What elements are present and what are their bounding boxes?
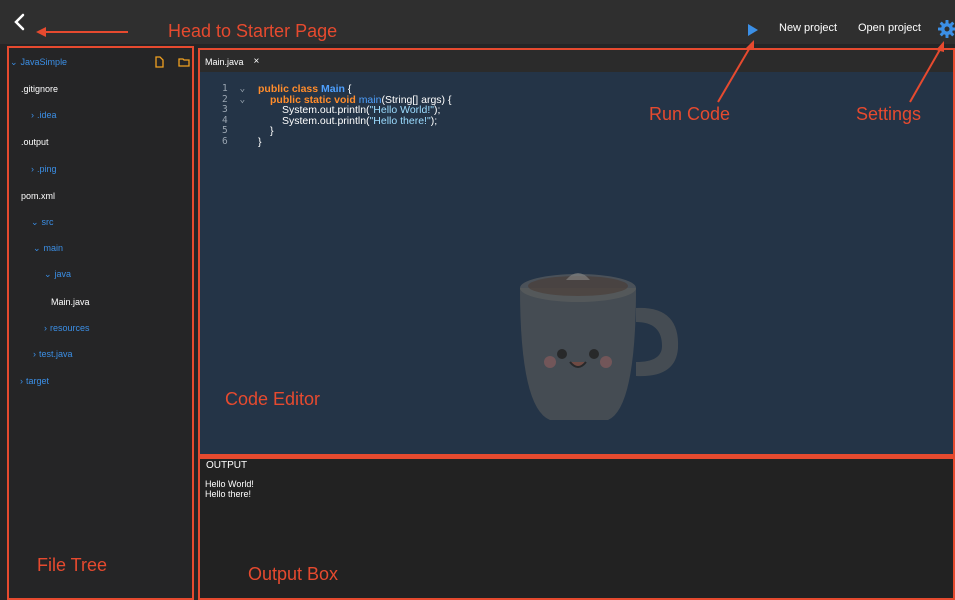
- tree-item-idea[interactable]: › .idea: [31, 110, 57, 120]
- arrow-head-to-starter: [40, 31, 128, 33]
- tree-item-java[interactable]: ⌄ java: [44, 269, 71, 280]
- output-line: Hello there!: [205, 489, 252, 499]
- tree-item-pom[interactable]: pom.xml: [21, 191, 55, 201]
- tree-root-folder[interactable]: ⌄ JavaSimple: [10, 57, 67, 68]
- annotation-file-tree: File Tree: [37, 555, 108, 575]
- annotation-settings: Settings: [856, 104, 922, 124]
- close-icon[interactable]: ×: [254, 56, 260, 67]
- code-line-5: }: [270, 125, 274, 137]
- annotation-head-to-starter: Head to Starter Page: [168, 21, 338, 41]
- file-icon: [155, 56, 164, 68]
- tree-item-resources[interactable]: › resources: [44, 323, 90, 333]
- play-icon: [748, 24, 758, 36]
- tree-item-target[interactable]: › target: [20, 376, 49, 386]
- gear-icon: [938, 20, 955, 38]
- editor-tab-bar: [198, 50, 955, 72]
- chevron-left-icon: [14, 13, 25, 31]
- tree-item-test-java[interactable]: › test.java: [33, 349, 73, 359]
- tree-item-main[interactable]: ⌄ main: [33, 243, 63, 254]
- tab-label: Main.java: [205, 56, 244, 67]
- new-project-button[interactable]: New project: [779, 22, 837, 34]
- line-numbers: 1 ⌄ 2 ⌄ 3 4 5 6: [222, 83, 246, 147]
- run-button[interactable]: [746, 23, 760, 37]
- new-file-button[interactable]: [153, 55, 165, 68]
- tree-item-main-java[interactable]: Main.java: [51, 297, 90, 307]
- annotation-code-editor: Code Editor: [225, 389, 321, 409]
- tree-item-ping[interactable]: › .ping: [31, 164, 57, 174]
- tree-item-output[interactable]: .output: [21, 137, 49, 147]
- arrow-run-code: [717, 40, 754, 103]
- new-folder-button[interactable]: [178, 55, 190, 67]
- file-tree-panel: [0, 44, 196, 600]
- output-title: OUTPUT: [206, 460, 248, 471]
- tree-item-gitignore[interactable]: .gitignore: [21, 84, 58, 94]
- output-line: Hello World!: [205, 479, 254, 489]
- arrow-settings: [909, 41, 944, 103]
- code-content[interactable]: public class Main {public static void ma…: [258, 84, 451, 147]
- open-project-button[interactable]: Open project: [858, 22, 921, 34]
- arrowhead-icon: [36, 27, 46, 37]
- back-button[interactable]: [8, 10, 32, 34]
- tree-item-src[interactable]: ⌄ src: [31, 217, 54, 228]
- annotation-output-box: Output Box: [248, 564, 339, 584]
- settings-button[interactable]: [937, 19, 955, 39]
- annotation-run-code: Run Code: [649, 104, 731, 124]
- code-line-4: System.out.println("Hello there!");: [282, 114, 438, 127]
- coffee-cup-mascot: [520, 273, 679, 420]
- code-line-6: }: [258, 135, 262, 148]
- tab-main-java[interactable]: Main.java ×: [205, 56, 259, 67]
- folder-icon: [178, 58, 190, 67]
